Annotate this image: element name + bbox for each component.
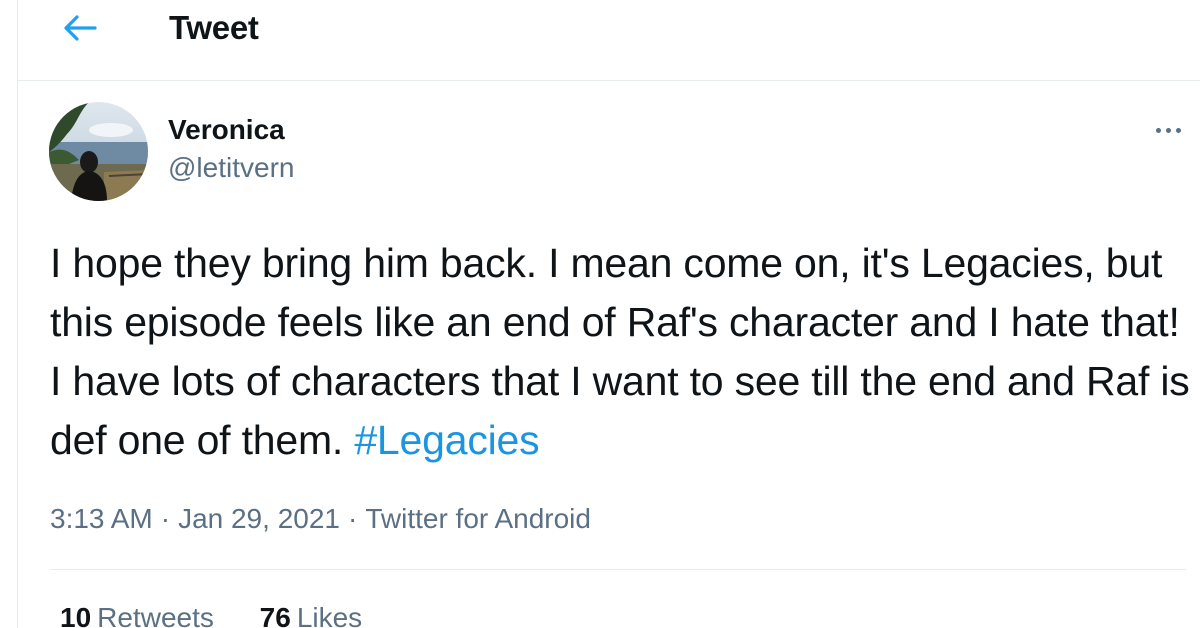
tweet-time[interactable]: 3:13 AM	[50, 503, 153, 534]
column-border	[17, 0, 18, 628]
page-title: Tweet	[169, 9, 259, 46]
header-bar: Tweet	[18, 0, 1200, 81]
tweet-body: I hope they bring him back. I mean come …	[50, 234, 1198, 470]
back-button[interactable]	[62, 10, 98, 46]
retweets-label: Retweets	[97, 602, 214, 628]
more-options-icon	[1155, 127, 1161, 133]
retweets-stat[interactable]: 10 Retweets	[60, 602, 214, 628]
more-options-button[interactable]	[1148, 118, 1188, 142]
divider	[50, 569, 1186, 570]
author-name[interactable]: Veronica	[168, 114, 285, 146]
engagement-stats: 10 Retweets 76 Likes	[60, 602, 400, 628]
likes-stat[interactable]: 76 Likes	[260, 602, 363, 628]
more-options-icon-dot	[1175, 127, 1181, 133]
tweet-date[interactable]: Jan 29, 2021	[178, 503, 340, 534]
avatar[interactable]	[49, 102, 148, 201]
tweet-source[interactable]: Twitter for Android	[365, 503, 591, 534]
hashtag-link[interactable]: #Legacies	[354, 417, 539, 463]
author-handle[interactable]: @letitvern	[168, 152, 294, 184]
tweet-text: I hope they bring him back. I mean come …	[50, 240, 1190, 463]
likes-count: 76	[259, 602, 291, 628]
more-options-icon-dot	[1165, 127, 1171, 133]
avatar-photo	[49, 102, 148, 201]
meta-separator: ·	[160, 503, 171, 534]
back-arrow-icon	[64, 15, 97, 41]
retweets-count: 10	[60, 602, 92, 628]
tweet-page: Tweet Veronica @letitvern I hope they br…	[0, 0, 1200, 628]
meta-separator: ·	[347, 503, 358, 534]
likes-label: Likes	[296, 602, 363, 628]
tweet-meta: 3:13 AM · Jan 29, 2021 · Twitter for Android	[50, 503, 591, 535]
